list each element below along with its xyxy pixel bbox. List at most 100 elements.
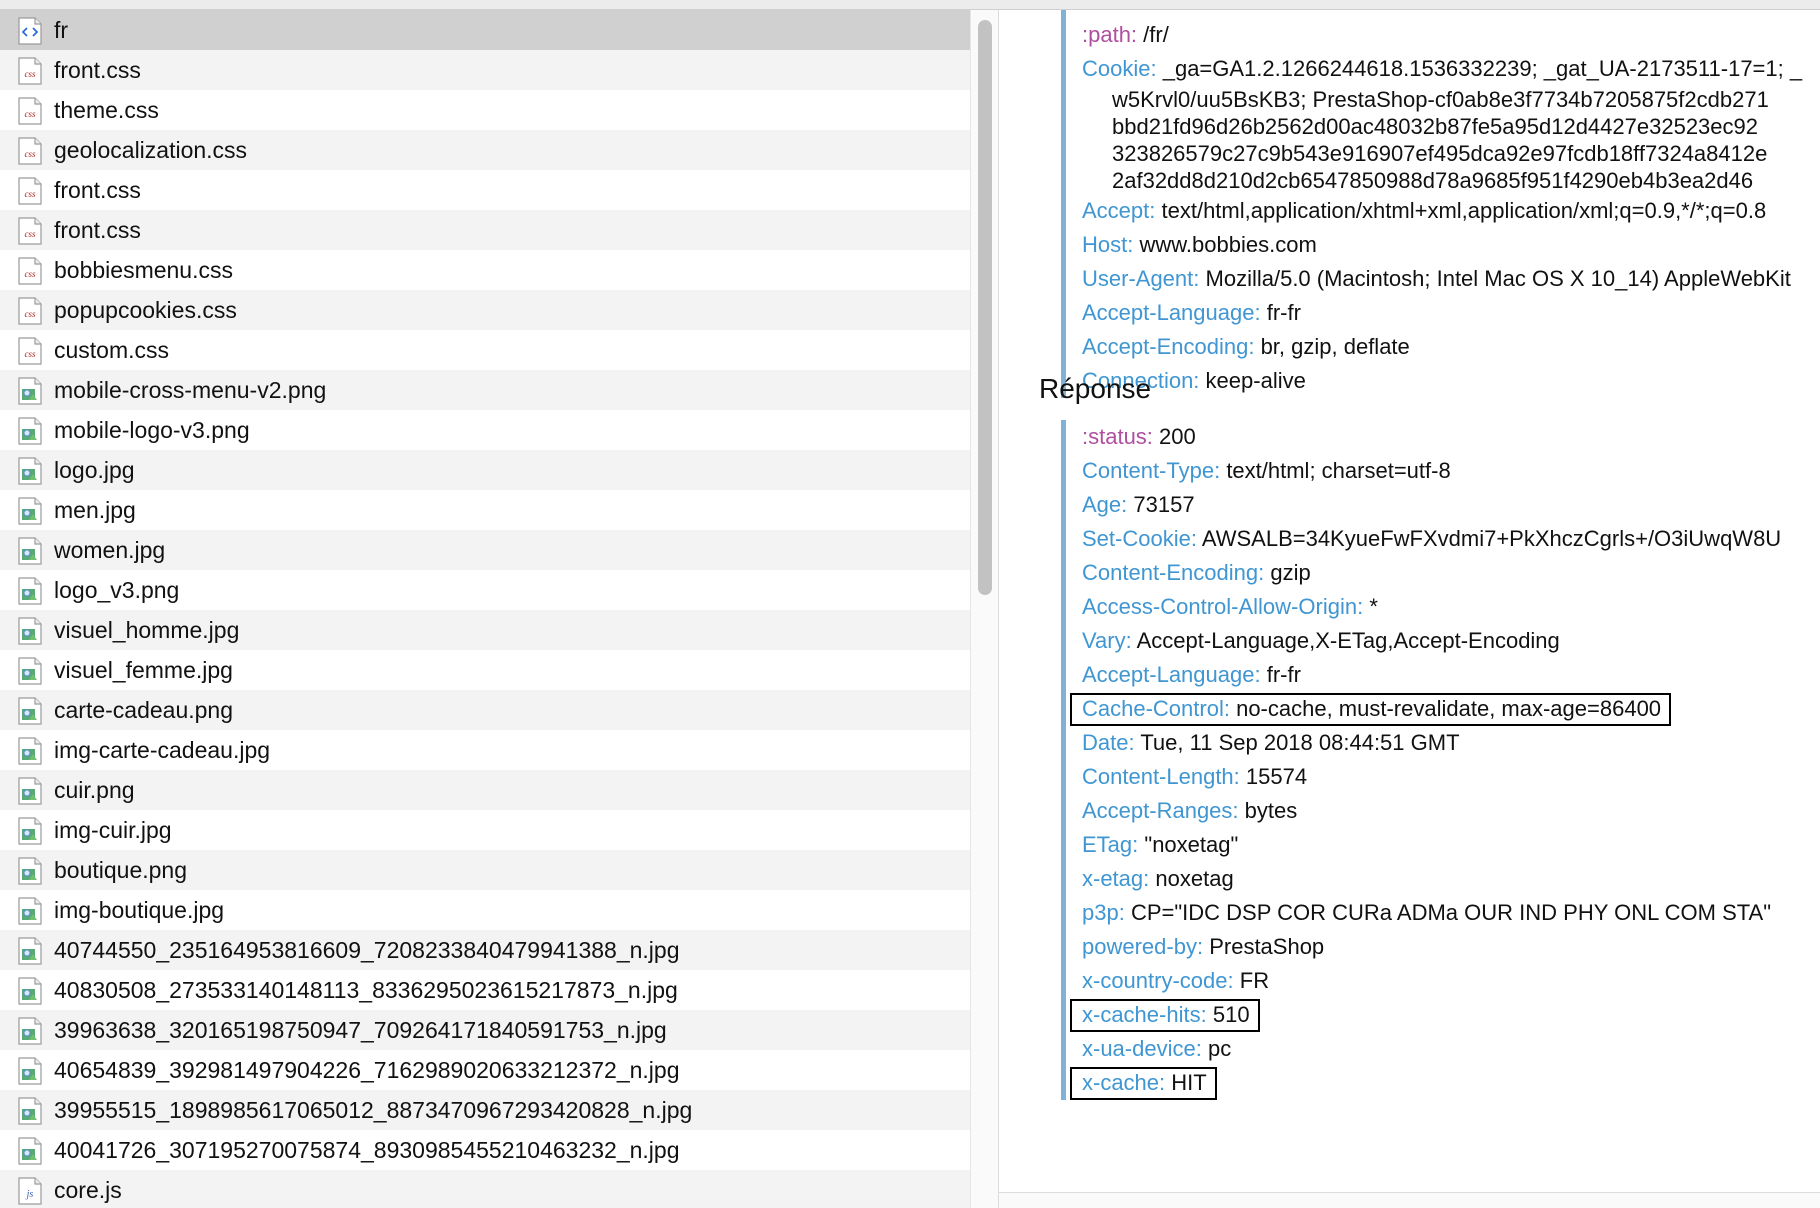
clipped-line	[1066, 10, 1802, 18]
header-key: :status:	[1082, 424, 1153, 449]
resource-name: img-carte-cadeau.jpg	[54, 737, 271, 763]
resource-row[interactable]: carte-cadeau.png	[0, 690, 970, 730]
header-line: Date: Tue, 11 Sep 2018 08:44:51 GMT	[1066, 726, 1781, 760]
resource-name: front.css	[54, 57, 141, 83]
resource-name: mobile-cross-menu-v2.png	[54, 377, 327, 403]
header-key: x-country-code:	[1082, 968, 1234, 993]
svg-text:css: css	[25, 69, 36, 79]
header-line: x-etag: noxetag	[1066, 862, 1781, 896]
header-line: :status: 200	[1066, 420, 1781, 454]
header-value: gzip	[1270, 560, 1311, 585]
header-line: p3p: CP="IDC DSP COR CURa ADMa OUR IND P…	[1066, 896, 1781, 930]
resource-row[interactable]: boutique.png	[0, 850, 970, 890]
resource-row[interactable]: css custom.css	[0, 330, 970, 370]
resource-row[interactable]: img-cuir.jpg	[0, 810, 970, 850]
image-file-icon	[18, 497, 42, 525]
cookie-continuation: 2af32dd8d210d2cb6547850988d78a9685f951f4…	[1112, 168, 1754, 193]
header-line: Accept-Language: fr-fr	[1066, 296, 1802, 330]
resource-row[interactable]: visuel_femme.jpg	[0, 650, 970, 690]
resource-name: theme.css	[54, 97, 159, 123]
header-line: Connection: keep-alive	[1066, 364, 1802, 398]
resource-row[interactable]: logo_v3.png	[0, 570, 970, 610]
resource-name: visuel_homme.jpg	[54, 617, 240, 643]
header-line: Host: www.bobbies.com	[1066, 228, 1802, 262]
header-key: ETag:	[1082, 832, 1139, 857]
resource-row[interactable]: mobile-logo-v3.png	[0, 410, 970, 450]
image-file-icon	[18, 537, 42, 565]
response-section-title: Réponse	[1039, 373, 1152, 404]
header-key: powered-by:	[1082, 934, 1204, 959]
header-key: Content-Type:	[1082, 458, 1221, 483]
image-file-icon	[18, 737, 42, 765]
resource-name: boutique.png	[54, 857, 188, 883]
image-file-icon	[18, 1097, 42, 1125]
resource-row[interactable]: 39963638_320165198750947_709264171840591…	[0, 1010, 970, 1050]
css-file-icon: css	[18, 97, 42, 125]
resource-row[interactable]: css bobbiesmenu.css	[0, 250, 970, 290]
image-file-icon	[18, 577, 42, 605]
image-file-icon	[18, 897, 42, 925]
resource-row[interactable]: 40830508_273533140148113_833629502361521…	[0, 970, 970, 1010]
resource-list-scrollbar[interactable]	[970, 10, 999, 1208]
header-key: Cookie:	[1082, 56, 1157, 81]
resource-name: men.jpg	[54, 497, 136, 523]
scrollbar-thumb[interactable]	[978, 20, 992, 595]
resource-row[interactable]: cuir.png	[0, 770, 970, 810]
resource-row[interactable]: fr	[0, 10, 970, 50]
resource-row[interactable]: img-boutique.jpg	[0, 890, 970, 930]
resource-row[interactable]: img-carte-cadeau.jpg	[0, 730, 970, 770]
resource-row[interactable]: css front.css	[0, 210, 970, 250]
header-line-path: :path: /fr/	[1066, 18, 1802, 52]
header-key: Accept-Ranges:	[1082, 798, 1239, 823]
image-file-icon	[18, 697, 42, 725]
header-key: Accept-Language:	[1082, 300, 1261, 325]
header-line: Content-Length: 15574	[1066, 760, 1781, 794]
svg-text:css: css	[25, 269, 36, 279]
header-value: 73157	[1133, 492, 1195, 517]
resource-row[interactable]: 39955515_1898985617065012_88734709672934…	[0, 1090, 970, 1130]
resource-row[interactable]: css popupcookies.css	[0, 290, 970, 330]
header-line: ETag: "noxetag"	[1066, 828, 1781, 862]
resource-row[interactable]: mobile-cross-menu-v2.png	[0, 370, 970, 410]
resource-row[interactable]: css front.css	[0, 50, 970, 90]
image-file-icon	[18, 817, 42, 845]
resource-row[interactable]: 40654839_392981497904226_716298902063321…	[0, 1050, 970, 1090]
resource-name: logo_v3.png	[54, 577, 180, 603]
resource-row[interactable]: women.jpg	[0, 530, 970, 570]
resource-name: front.css	[54, 217, 141, 243]
resource-row[interactable]: css geolocalization.css	[0, 130, 970, 170]
header-value: _ga=GA1.2.1266244618.1536332239; _gat_UA…	[1162, 56, 1803, 81]
cookie-continuation: bbd21fd96d26b2562d00ac48032b87fe5a95d12d…	[1112, 114, 1758, 139]
resource-row[interactable]: css front.css	[0, 170, 970, 210]
header-line: Set-Cookie: AWSALB=34KyueFwFXvdmi7+PkXhc…	[1066, 522, 1781, 556]
header-line: Accept: text/html,application/xhtml+xml,…	[1066, 194, 1802, 228]
css-file-icon: css	[18, 57, 42, 85]
css-file-icon: css	[18, 137, 42, 165]
pane-bottom-edge	[999, 1192, 1820, 1208]
header-line: x-country-code: FR	[1066, 964, 1781, 998]
resource-name: carte-cadeau.png	[54, 697, 234, 723]
request-headers-block: :path: /fr/ Cookie: _ga=GA1.2.1266244618…	[1061, 10, 1802, 398]
resource-row[interactable]: logo.jpg	[0, 450, 970, 490]
highlight-box	[1070, 999, 1260, 1032]
headers-pane: :path: /fr/ Cookie: _ga=GA1.2.1266244618…	[999, 10, 1820, 1208]
resource-row[interactable]: men.jpg	[0, 490, 970, 530]
header-key: Date:	[1082, 730, 1135, 755]
resource-row[interactable]: js core.js	[0, 1170, 970, 1208]
header-value: bytes	[1244, 798, 1298, 823]
resource-name: geolocalization.css	[54, 137, 248, 163]
resource-row[interactable]: 40744550_235164953816609_720823384047994…	[0, 930, 970, 970]
header-key: Vary:	[1082, 628, 1132, 653]
image-file-icon	[18, 777, 42, 805]
resource-name: logo.jpg	[54, 457, 135, 483]
resource-row[interactable]: css theme.css	[0, 90, 970, 130]
css-file-icon: css	[18, 217, 42, 245]
image-file-icon	[18, 657, 42, 685]
image-file-icon	[18, 1017, 42, 1045]
resource-row[interactable]: 40041726_307195270075874_893098545521046…	[0, 1130, 970, 1170]
header-line: Content-Encoding: gzip	[1066, 556, 1781, 590]
resource-name: women.jpg	[54, 537, 166, 563]
resource-row[interactable]: visuel_homme.jpg	[0, 610, 970, 650]
image-file-icon	[18, 1057, 42, 1085]
header-value: text/html,application/xhtml+xml,applicat…	[1161, 198, 1767, 223]
